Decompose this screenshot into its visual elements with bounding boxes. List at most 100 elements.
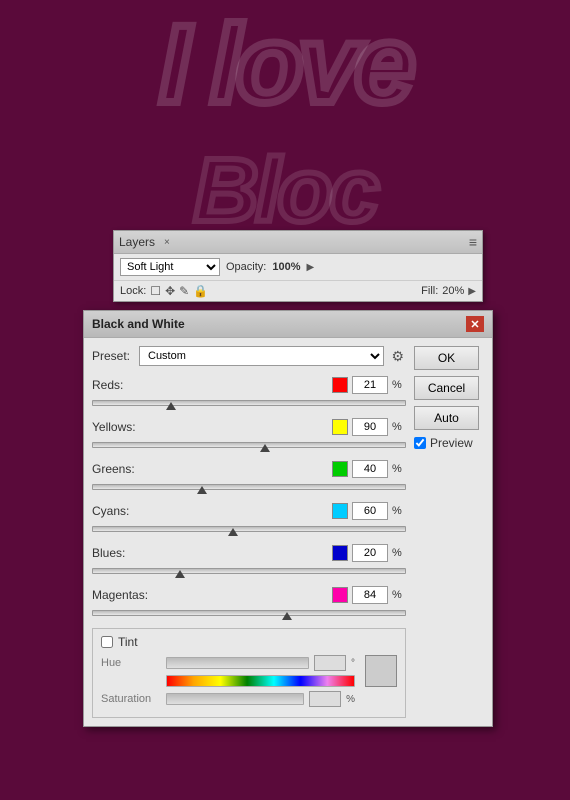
preset-options-button[interactable]: ⚙ <box>389 348 406 365</box>
lock-label: Lock: <box>120 285 146 297</box>
reds-color-box[interactable] <box>332 377 348 393</box>
layers-title: Layers <box>119 235 155 249</box>
saturation-label: Saturation <box>101 693 161 705</box>
saturation-pct: % <box>346 694 355 705</box>
hue-row: Hue ° <box>101 655 355 671</box>
blues-slider-track[interactable] <box>92 564 406 578</box>
blues-label: Blues: <box>92 546 157 560</box>
hue-value-input[interactable] <box>314 655 346 671</box>
greens-color-box[interactable] <box>332 461 348 477</box>
candy-text-line2: Bloc <box>0 140 570 243</box>
bw-right-panel: OK Cancel Auto Preview <box>414 346 484 718</box>
sliders-container: Reds: % Yellows: <box>92 376 406 620</box>
magentas-value-input[interactable] <box>352 586 388 604</box>
opacity-value: 100% <box>272 261 300 273</box>
blues-slider-top: Blues: % <box>92 544 406 562</box>
reds-slider-track[interactable] <box>92 396 406 410</box>
preset-row: Preset: Custom ⚙ <box>92 346 406 366</box>
preview-row: Preview <box>414 436 484 450</box>
fill-value: 20% <box>442 285 464 297</box>
tint-label: Tint <box>118 635 138 649</box>
reds-slider-top: Reds: % <box>92 376 406 394</box>
layers-panel: Layers × ≡ Soft Light Opacity: 100% ▶ Lo… <box>113 230 483 302</box>
blues-pct: % <box>392 547 406 559</box>
cyans-color-box[interactable] <box>332 503 348 519</box>
yellows-slider-top: Yellows: % <box>92 418 406 436</box>
saturation-value-input[interactable] <box>309 691 341 707</box>
hue-rainbow-slider[interactable] <box>166 675 355 687</box>
fill-arrow[interactable]: ▶ <box>468 286 476 297</box>
blend-mode-select[interactable]: Soft Light <box>120 258 220 276</box>
yellows-slider-row: Yellows: % <box>92 418 406 452</box>
magentas-color-box[interactable] <box>332 587 348 603</box>
preview-checkbox[interactable] <box>414 437 426 449</box>
lock2-icon[interactable]: 🔒 <box>193 284 208 298</box>
layers-close-icon[interactable]: × <box>164 237 170 248</box>
lock-icon[interactable]: ☐ <box>150 284 161 298</box>
reds-label: Reds: <box>92 378 157 392</box>
hue-rainbow-row <box>101 675 355 687</box>
tint-section: Tint Hue ° <box>92 628 406 718</box>
yellows-color-box[interactable] <box>332 419 348 435</box>
bw-content: Preset: Custom ⚙ Reds: % <box>84 338 492 726</box>
move-icon[interactable]: ✥ <box>165 284 175 298</box>
tint-swatch[interactable] <box>365 655 397 687</box>
lock-section: Lock: ☐ ✥ ✎ 🔒 <box>120 284 208 298</box>
layers-title-left: Layers × <box>119 235 170 249</box>
reds-value-input[interactable] <box>352 376 388 394</box>
bw-left-panel: Preset: Custom ⚙ Reds: % <box>92 346 406 718</box>
bw-close-button[interactable]: ✕ <box>466 316 484 332</box>
cyans-value-input[interactable] <box>352 502 388 520</box>
layers-menu-icon[interactable]: ≡ <box>469 234 477 250</box>
layers-titlebar: Layers × ≡ <box>114 231 482 254</box>
blues-value-input[interactable] <box>352 544 388 562</box>
hue-degree: ° <box>351 658 355 669</box>
greens-pct: % <box>392 463 406 475</box>
opacity-label: Opacity: <box>226 261 266 273</box>
greens-value-input[interactable] <box>352 460 388 478</box>
reds-pct: % <box>392 379 406 391</box>
tint-swatch-area <box>361 655 397 711</box>
cyans-slider-row: Cyans: % <box>92 502 406 536</box>
yellows-slider-track[interactable] <box>92 438 406 452</box>
magentas-slider-track[interactable] <box>92 606 406 620</box>
layers-controls: Soft Light Opacity: 100% ▶ <box>114 254 482 281</box>
magentas-pct: % <box>392 589 406 601</box>
saturation-slider[interactable] <box>166 693 304 705</box>
cyans-slider-track[interactable] <box>92 522 406 536</box>
greens-slider-row: Greens: % <box>92 460 406 494</box>
magentas-slider-row: Magentas: % <box>92 586 406 620</box>
magentas-slider-top: Magentas: % <box>92 586 406 604</box>
preview-label: Preview <box>430 436 473 450</box>
preset-label: Preset: <box>92 349 134 363</box>
hue-label: Hue <box>101 657 161 669</box>
preset-select[interactable]: Custom <box>139 346 384 366</box>
cyans-label: Cyans: <box>92 504 157 518</box>
blues-color-box[interactable] <box>332 545 348 561</box>
yellows-value-input[interactable] <box>352 418 388 436</box>
paint-icon[interactable]: ✎ <box>179 284 189 298</box>
tint-header: Tint <box>101 635 397 649</box>
bw-dialog-title: Black and White <box>92 317 185 331</box>
magentas-label: Magentas: <box>92 588 157 602</box>
greens-slider-track[interactable] <box>92 480 406 494</box>
yellows-pct: % <box>392 421 406 433</box>
greens-slider-top: Greens: % <box>92 460 406 478</box>
hue-slider[interactable] <box>166 657 309 669</box>
candy-text-line1: I love <box>0 10 570 120</box>
fill-section: Fill: 20% ▶ <box>421 285 476 297</box>
cyans-pct: % <box>392 505 406 517</box>
auto-button[interactable]: Auto <box>414 406 479 430</box>
ok-button[interactable]: OK <box>414 346 479 370</box>
greens-label: Greens: <box>92 462 157 476</box>
reds-slider-row: Reds: % <box>92 376 406 410</box>
cancel-button[interactable]: Cancel <box>414 376 479 400</box>
cyans-slider-top: Cyans: % <box>92 502 406 520</box>
fill-label: Fill: <box>421 285 438 297</box>
tint-checkbox[interactable] <box>101 636 113 648</box>
bw-dialog: Black and White ✕ Preset: Custom ⚙ Reds: <box>83 310 493 727</box>
opacity-arrow[interactable]: ▶ <box>307 262 315 273</box>
yellows-label: Yellows: <box>92 420 157 434</box>
bw-titlebar: Black and White ✕ <box>84 311 492 338</box>
saturation-row: Saturation % <box>101 691 355 707</box>
